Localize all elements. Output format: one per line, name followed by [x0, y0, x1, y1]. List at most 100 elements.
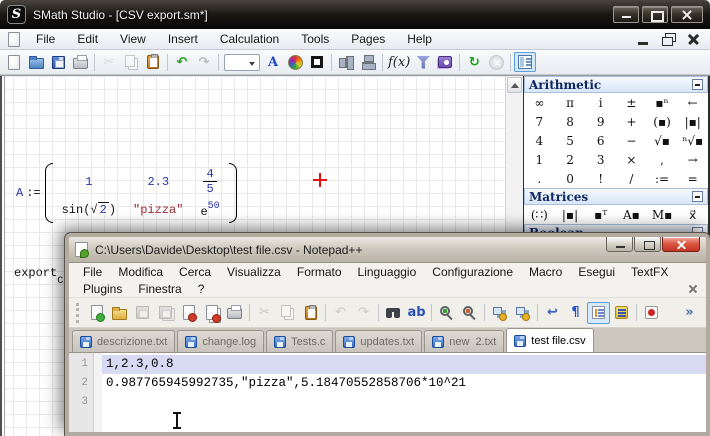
- editor-line-text[interactable]: 0.987765945992735,"pizza",5.184705528587…: [102, 374, 706, 393]
- tab-test-file-csv[interactable]: test file.csv: [506, 328, 593, 352]
- palette-button-item[interactable]: (▪): [647, 112, 678, 131]
- zoom-out-button[interactable]: [458, 302, 481, 324]
- show-side-panel-button[interactable]: [514, 52, 536, 72]
- toolbar-overflow-button[interactable]: »: [678, 302, 701, 324]
- palette-button-item[interactable]: !: [585, 169, 616, 188]
- palette-button-item[interactable]: →: [677, 150, 708, 169]
- palette-button-6[interactable]: 6: [585, 131, 616, 150]
- tab-tests-c[interactable]: Tests.c: [266, 330, 333, 352]
- menu-item-visualizza[interactable]: Visualizza: [219, 265, 289, 279]
- font-color-button[interactable]: A: [262, 52, 284, 72]
- menu-item-insert[interactable]: Insert: [157, 32, 209, 46]
- insert-filter-button[interactable]: [412, 52, 434, 72]
- palette-button-item[interactable]: ⁿ√▪: [677, 131, 708, 150]
- palette-button-item[interactable]: .: [524, 169, 555, 188]
- menu-item-tools[interactable]: Tools: [290, 32, 340, 46]
- print-button[interactable]: [223, 302, 246, 324]
- close-button[interactable]: [671, 6, 703, 23]
- menu-item-plugins[interactable]: Plugins: [75, 282, 130, 296]
- menu-item-configurazione[interactable]: Configurazione: [424, 265, 521, 279]
- notepad-editor[interactable]: 11,2.3,0.820.987765945992735,"pizza",5.1…: [69, 353, 706, 432]
- menu-item-modifica[interactable]: Modifica: [110, 265, 171, 279]
- menu-item-file[interactable]: File: [75, 265, 110, 279]
- palette-button-8[interactable]: 8: [555, 112, 586, 131]
- matrix-definition-expression[interactable]: A := 1 2.3 45 sin(√2) "pizza" e50: [16, 162, 238, 224]
- mdi-close-button[interactable]: [683, 32, 704, 47]
- menu-item-linguaggio[interactable]: Linguaggio: [350, 265, 425, 279]
- menubar-close-icon[interactable]: [686, 283, 700, 295]
- panel-section-header[interactable]: Matrices: [524, 188, 708, 205]
- palette-button-0[interactable]: 0: [555, 169, 586, 188]
- palette-button-item[interactable]: |▪|: [677, 112, 708, 131]
- background-color-button[interactable]: [284, 52, 306, 72]
- menu-item-esegui[interactable]: Esegui: [570, 265, 623, 279]
- find-button[interactable]: [382, 302, 405, 324]
- mdi-minimize-button[interactable]: [633, 32, 654, 47]
- close-all-button[interactable]: [200, 302, 223, 324]
- palette-button-item[interactable]: =: [677, 169, 708, 188]
- palette-button-item[interactable]: ←: [677, 93, 708, 112]
- palette-button-item[interactable]: π: [555, 93, 586, 112]
- paste-button[interactable]: [142, 52, 164, 72]
- palette-button-item[interactable]: ∞: [524, 93, 555, 112]
- palette-button-2[interactable]: 2: [555, 150, 586, 169]
- close-file-button[interactable]: [177, 302, 200, 324]
- scroll-up-button[interactable]: [507, 77, 522, 93]
- menu-item-pages[interactable]: Pages: [340, 32, 396, 46]
- print-button[interactable]: [69, 52, 91, 72]
- palette-button-7[interactable]: 7: [524, 112, 555, 131]
- show-all-characters-button[interactable]: ¶: [564, 302, 587, 324]
- align-vertically-button[interactable]: [357, 52, 379, 72]
- palette-button-item[interactable]: +: [616, 112, 647, 131]
- maximize-button[interactable]: [642, 6, 668, 23]
- new-document-button[interactable]: [3, 52, 25, 72]
- new-file-button[interactable]: [85, 302, 108, 324]
- menu-item-finestra[interactable]: Finestra: [130, 282, 189, 296]
- start-recording-macro-button[interactable]: [640, 302, 663, 324]
- open-file-button[interactable]: [108, 302, 131, 324]
- tab-change-log[interactable]: change.log: [177, 330, 264, 352]
- align-horizontally-button[interactable]: [335, 52, 357, 72]
- function-completion-button[interactable]: [610, 302, 633, 324]
- palette-button-item[interactable]: /: [616, 169, 647, 188]
- palette-button-4[interactable]: 4: [524, 131, 555, 150]
- collapse-section-button[interactable]: [692, 79, 703, 90]
- palette-button-1[interactable]: 1: [524, 150, 555, 169]
- undo-button[interactable]: ↶: [171, 52, 193, 72]
- menu-item-formato[interactable]: Formato: [289, 265, 350, 279]
- panel-section-header[interactable]: Arithmetic: [524, 76, 708, 93]
- minimize-button[interactable]: [613, 6, 639, 23]
- palette-button-5[interactable]: 5: [555, 131, 586, 150]
- menu-item-cerca[interactable]: Cerca: [171, 265, 219, 279]
- recalculate-page-button[interactable]: ↻: [463, 52, 485, 72]
- insert-function-button[interactable]: f(x): [386, 52, 412, 72]
- palette-button-item[interactable]: √▪: [647, 131, 678, 150]
- palette-button-item[interactable]: (∷): [524, 205, 555, 224]
- editor-line-text[interactable]: [102, 393, 706, 412]
- editor-line-text[interactable]: 1,2.3,0.8: [102, 355, 706, 374]
- menu-item-edit[interactable]: Edit: [66, 32, 109, 46]
- menu-item-view[interactable]: View: [109, 32, 157, 46]
- palette-button-m[interactable]: M▪: [647, 205, 678, 224]
- redo-button[interactable]: ↷: [193, 52, 215, 72]
- maximize-button[interactable]: [634, 236, 661, 252]
- palette-button-i[interactable]: i: [585, 93, 616, 112]
- palette-button-a[interactable]: A▪: [616, 205, 647, 224]
- palette-button-item[interactable]: −: [616, 131, 647, 150]
- palette-button-3[interactable]: 3: [585, 150, 616, 169]
- palette-button-item[interactable]: ▪ᵀ: [585, 205, 616, 224]
- close-button[interactable]: [662, 236, 700, 252]
- menu-item-calculation[interactable]: Calculation: [209, 32, 290, 46]
- reference-book-button[interactable]: [434, 52, 456, 72]
- palette-button-item[interactable]: ×: [616, 150, 647, 169]
- menu-item-help[interactable]: Help: [396, 32, 443, 46]
- tab-descrizione-txt[interactable]: descrizione.txt: [72, 330, 175, 352]
- notepad-titlebar[interactable]: C:\Users\Davide\Desktop\test file.csv - …: [69, 237, 706, 263]
- menu-item-macro[interactable]: Macro: [521, 265, 570, 279]
- palette-button-item[interactable]: ±: [616, 93, 647, 112]
- open-document-button[interactable]: [25, 52, 47, 72]
- show-indent-guide-button[interactable]: [587, 302, 610, 324]
- synchronize-horizontal-scrolling-button[interactable]: [511, 302, 534, 324]
- tab-updates-txt[interactable]: updates.txt: [335, 330, 422, 352]
- palette-button-9[interactable]: 9: [585, 112, 616, 131]
